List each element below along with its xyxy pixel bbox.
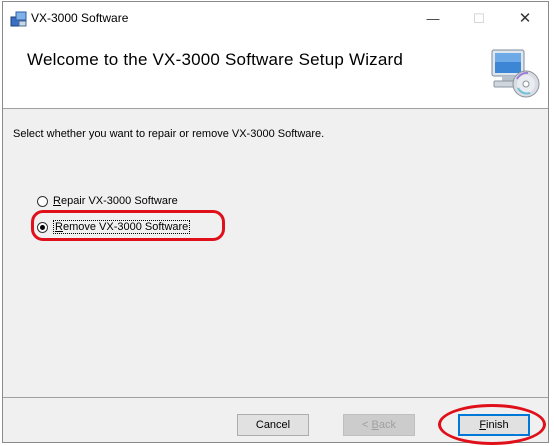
- cancel-button[interactable]: Cancel: [237, 414, 309, 436]
- minimize-button[interactable]: —: [410, 2, 456, 36]
- back-button[interactable]: < Back: [343, 414, 415, 436]
- wizard-footer: Cancel < Back Finish: [3, 397, 548, 445]
- window-title: VX-3000 Software: [31, 11, 129, 25]
- repair-label-text: epair VX-3000 Software: [60, 195, 178, 207]
- repair-radio[interactable]: [37, 195, 48, 207]
- installer-app-icon: [10, 11, 27, 27]
- wizard-body: Select whether you want to repair or rem…: [3, 109, 548, 391]
- setup-wizard-window: VX-3000 Software — ☐ ✕ Welcome to the VX…: [2, 1, 549, 445]
- back-label-text: ack: [378, 419, 396, 431]
- wizard-header: Welcome to the VX-3000 Software Setup Wi…: [3, 36, 548, 109]
- close-button[interactable]: ✕: [502, 2, 548, 36]
- remove-option-highlight: [31, 210, 225, 241]
- title-bar[interactable]: VX-3000 Software — ☐ ✕: [3, 2, 548, 36]
- instruction-text: Select whether you want to repair or rem…: [13, 128, 325, 140]
- page-title: Welcome to the VX-3000 Software Setup Wi…: [27, 50, 404, 69]
- finish-button-highlight: [438, 404, 546, 445]
- computer-with-disc-icon: [491, 49, 540, 98]
- maximize-button[interactable]: ☐: [456, 2, 502, 36]
- repair-option[interactable]: Repair VX-3000 Software: [37, 195, 178, 207]
- back-prefix: <: [362, 419, 372, 431]
- repair-accel-key: R: [53, 195, 61, 207]
- back-accel-key: B: [371, 419, 379, 431]
- repair-label[interactable]: Repair VX-3000 Software: [53, 195, 178, 207]
